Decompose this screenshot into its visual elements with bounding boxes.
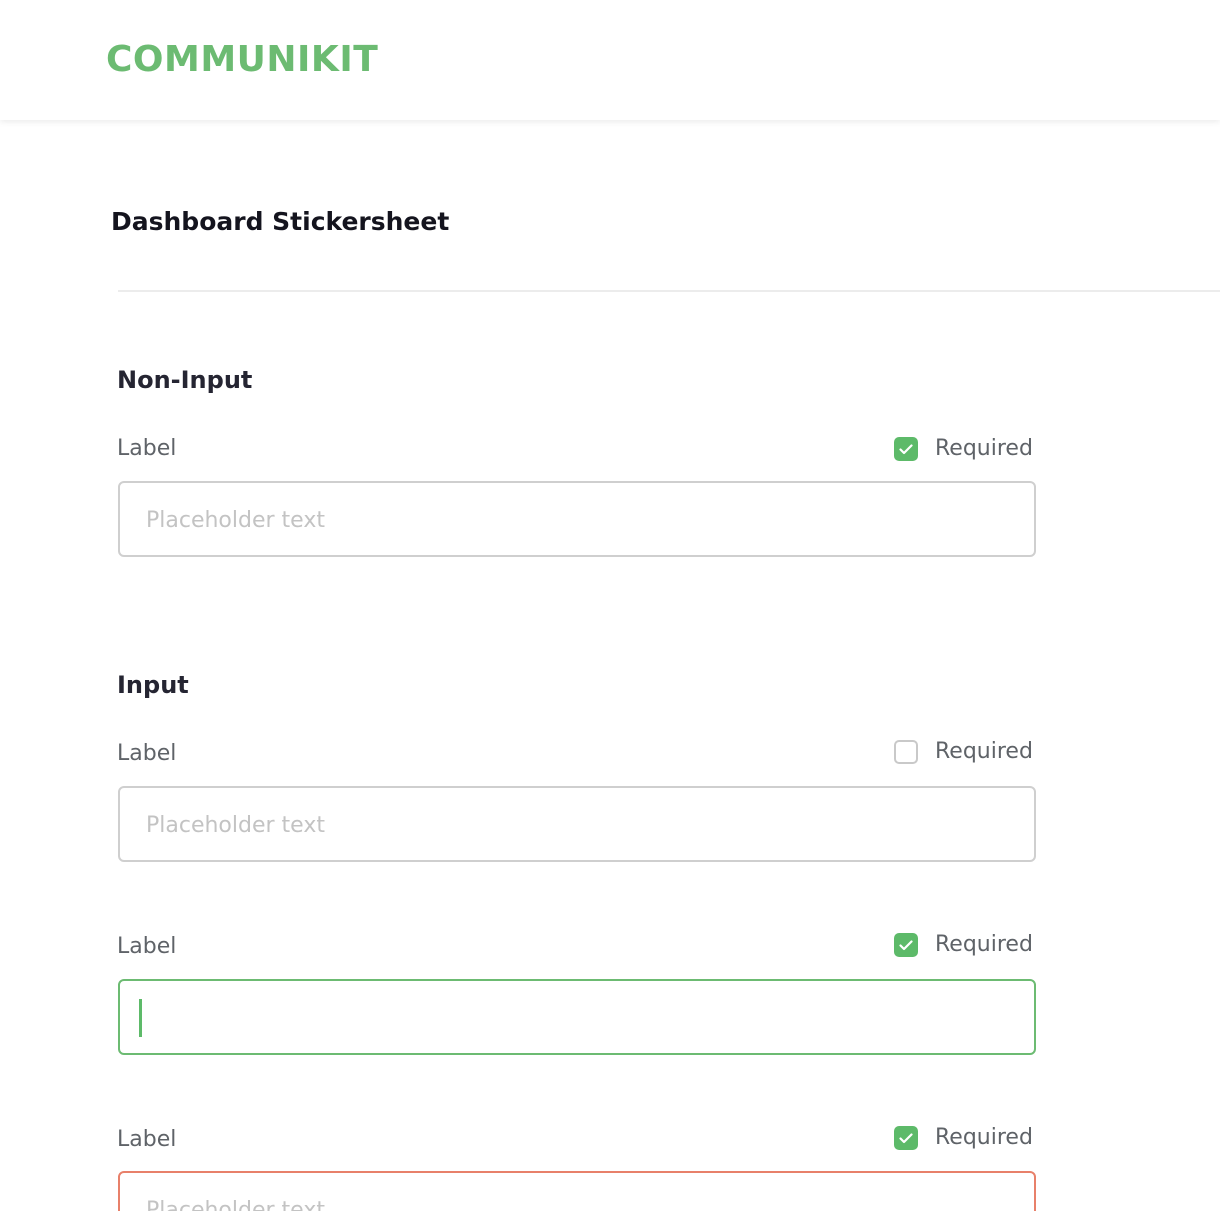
required-checkbox[interactable] — [894, 933, 918, 957]
divider — [118, 290, 1220, 292]
input-placeholder: Placeholder text — [146, 1198, 325, 1211]
required-checkbox[interactable] — [894, 740, 918, 764]
page: COMMUNIKIT Dashboard Stickersheet Non-In… — [0, 0, 1220, 1211]
text-input-focused[interactable] — [118, 979, 1036, 1055]
input-placeholder: Placeholder text — [146, 508, 325, 533]
field-label: Label — [117, 1127, 177, 1152]
text-input-non-input[interactable]: Placeholder text — [118, 481, 1036, 557]
section-heading-non-input: Non-Input — [117, 366, 253, 394]
check-icon — [899, 939, 913, 950]
field-label: Label — [117, 934, 177, 959]
check-icon — [899, 1132, 913, 1143]
required-checkbox[interactable] — [894, 437, 918, 461]
section-heading-input: Input — [117, 671, 189, 699]
text-input-default[interactable]: Placeholder text — [118, 786, 1036, 862]
required-toggle[interactable]: Required — [894, 1124, 1044, 1152]
page-title: Dashboard Stickersheet — [111, 207, 450, 236]
brand-logo[interactable]: COMMUNIKIT — [106, 36, 378, 84]
check-icon — [899, 443, 913, 454]
text-caret — [139, 999, 142, 1037]
required-toggle[interactable]: Required — [894, 435, 1044, 463]
required-label: Required — [935, 739, 1033, 764]
text-input-error[interactable]: Placeholder text — [118, 1171, 1036, 1211]
required-checkbox[interactable] — [894, 1126, 918, 1150]
field-label: Label — [117, 436, 177, 461]
top-bar: COMMUNIKIT — [0, 0, 1220, 120]
required-toggle[interactable]: Required — [894, 738, 1044, 766]
required-label: Required — [935, 1125, 1033, 1150]
required-toggle[interactable]: Required — [894, 931, 1044, 959]
field-label: Label — [117, 741, 177, 766]
input-placeholder: Placeholder text — [146, 813, 325, 838]
required-label: Required — [935, 932, 1033, 957]
required-label: Required — [935, 436, 1033, 461]
